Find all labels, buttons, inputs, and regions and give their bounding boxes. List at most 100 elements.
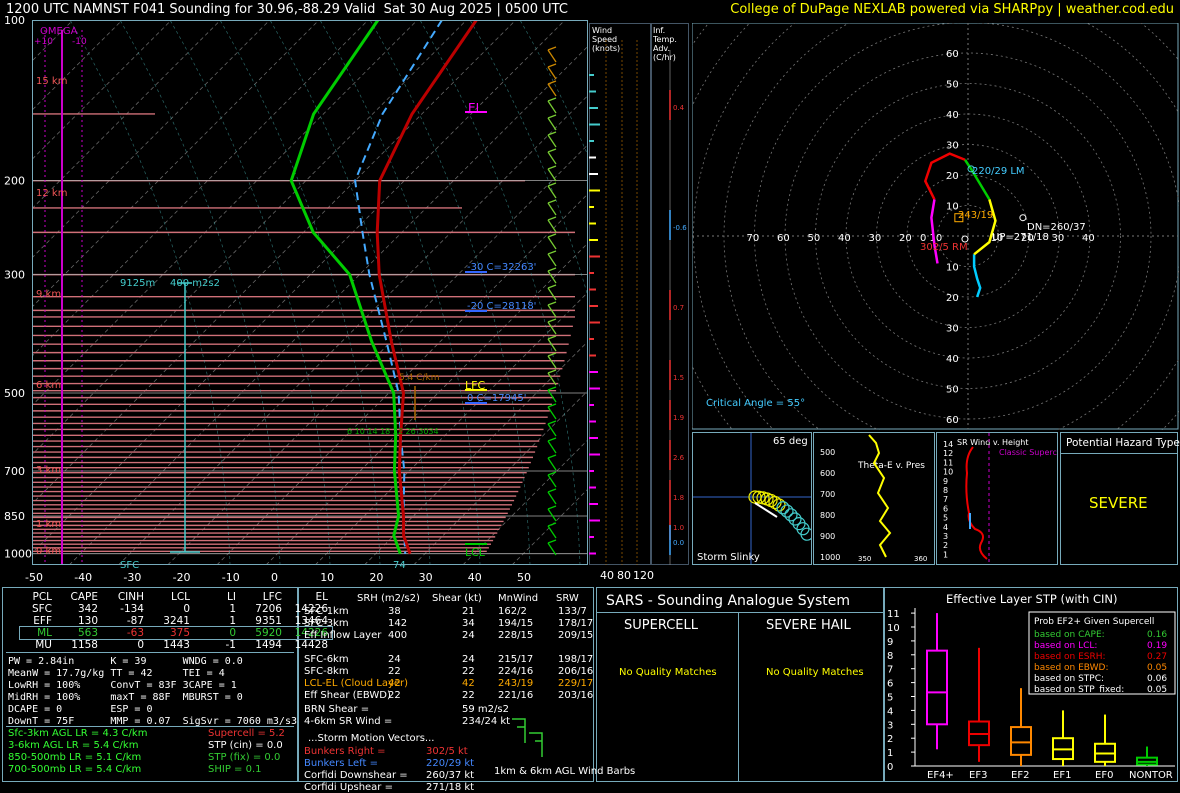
m20-label: -20 C=28118' bbox=[467, 301, 536, 312]
wind-barb bbox=[547, 284, 557, 301]
temp-tick-label: -30 bbox=[123, 571, 141, 584]
parcel-cell: 3241 bbox=[163, 615, 190, 627]
kin-shear: 24 bbox=[462, 654, 475, 665]
parcel-cell: 1 bbox=[229, 615, 236, 627]
isotherm-line bbox=[118, 94, 588, 565]
wind-barb-staff bbox=[547, 406, 557, 420]
height-label: 6 km bbox=[36, 380, 61, 391]
wind-barb-flag bbox=[547, 80, 557, 85]
hodo-x-label: 40 bbox=[838, 233, 851, 244]
kin-row-label: SFC-8km bbox=[304, 666, 349, 677]
wind-barb-staff bbox=[547, 117, 557, 131]
kin-shear: 21 bbox=[462, 606, 475, 617]
parcel-row: ML 563 -63 375 0 5920 14226 bbox=[19, 626, 333, 640]
hodo-x-label: 40 bbox=[1082, 233, 1095, 244]
pressure-tick-label: 300 bbox=[4, 269, 25, 282]
wind-barb-staff bbox=[547, 151, 557, 165]
pressure-tick-label: 1000 bbox=[4, 548, 32, 561]
parcel-row: SFC 342 -134 0 1 7206 14226 bbox=[20, 603, 332, 615]
motion-label: Bunkers Right = bbox=[304, 746, 386, 757]
wind-barb-flag bbox=[547, 437, 557, 442]
stp-y-tick: 0 bbox=[887, 762, 893, 773]
wind-barb-flag bbox=[547, 301, 557, 306]
kin-mnwind: 215/17 bbox=[498, 654, 534, 665]
parcel-header: PCL bbox=[32, 591, 52, 603]
isotherm-line bbox=[32, 20, 517, 505]
hodo-ring-label: 10 bbox=[946, 202, 959, 213]
wind-barb bbox=[547, 505, 557, 522]
adiabat-line bbox=[69, 20, 231, 565]
index-row: DCAPE = 0 ESP = 0 bbox=[8, 704, 183, 715]
wind-barb-staff bbox=[547, 338, 557, 352]
wind-barb-staff bbox=[547, 389, 557, 403]
parcel-cell: 5920 bbox=[255, 627, 282, 639]
motion-value: 271/18 kt bbox=[426, 782, 475, 793]
kin-mnwind: 228/15 bbox=[498, 630, 534, 641]
parcel-cell: 0 bbox=[229, 627, 236, 639]
dewpoint-trace bbox=[289, 20, 402, 555]
temp-tick-label: 0 bbox=[271, 571, 278, 584]
composite-row: Supercell = 5.2 bbox=[208, 728, 285, 739]
brn-label: BRN Shear = bbox=[304, 704, 370, 715]
stp-y-tick: 4 bbox=[887, 706, 893, 717]
sars-supercell-title: SUPERCELL bbox=[624, 618, 698, 633]
srw-tick-label: 2 bbox=[943, 541, 948, 550]
hodo-x-label: 30 bbox=[1052, 233, 1065, 244]
kin-srw: 178/17 bbox=[558, 618, 594, 629]
wind-barb-staff bbox=[547, 270, 557, 284]
wind-barb-flag bbox=[547, 148, 557, 153]
lapse-rates: Sfc-3km AGL LR = 4.3 C/km 3-6km AGL LR = … bbox=[8, 728, 147, 776]
kin-mnwind: 194/15 bbox=[498, 618, 534, 629]
stp-category-label: EF3 bbox=[969, 770, 987, 780]
kin-shear: 34 bbox=[462, 618, 475, 629]
height-label: 1 km bbox=[36, 519, 61, 530]
hodo-x-label: 70 bbox=[747, 233, 760, 244]
kin-row-label: Eff Shear (EBWD) bbox=[304, 690, 391, 701]
kin-srw: 206/16 bbox=[558, 666, 594, 677]
wind-barb bbox=[547, 386, 557, 403]
temp-tick-label: 50 bbox=[517, 571, 531, 584]
srw-trace bbox=[965, 446, 988, 560]
parcel-divider bbox=[6, 652, 294, 653]
hodo-x-label: 60 bbox=[777, 233, 790, 244]
wind-barb-staff bbox=[547, 491, 557, 505]
wind-barb-staff bbox=[547, 202, 557, 216]
stp-legend-label: based on STP_fixed: bbox=[1034, 685, 1124, 695]
barbs-label: 1km & 6km AGL Wind Barbs bbox=[494, 766, 636, 777]
hodo-ring-label: 40 bbox=[946, 354, 959, 365]
hodo-trace bbox=[973, 199, 997, 256]
wind-barb-flag bbox=[547, 505, 557, 510]
stp-legend-value: 0.16 bbox=[1147, 630, 1167, 640]
temp-tick-label: -40 bbox=[74, 571, 92, 584]
theta-x-label: 360 bbox=[914, 555, 927, 563]
side-panels-plot: 0.4 -0.6 0.7 1.5 1.9 2.6 1.8 1.0 0.0 bbox=[589, 40, 687, 565]
height-label: 3 km bbox=[36, 465, 61, 476]
wind-barb-flag bbox=[547, 284, 557, 289]
srw-tick-label: 11 bbox=[943, 458, 953, 467]
stp-y-tick: 9 bbox=[887, 637, 893, 648]
sars-title: SARS - Sounding Analogue System bbox=[606, 593, 850, 609]
wind-barb-staff bbox=[547, 355, 557, 369]
wind-barb-flag bbox=[547, 97, 557, 102]
kin-row-label: SFC-6km bbox=[304, 654, 349, 665]
hodo-frame bbox=[692, 23, 1179, 430]
parcel-table: PCL CAPE CINH LCL LI LFC EL SFC 342 -134 0 1 7206 142… bbox=[19, 591, 333, 651]
stp-legend-value: 0.05 bbox=[1147, 685, 1167, 695]
isotherm-line bbox=[32, 20, 172, 160]
stp-y-tick: 10 bbox=[887, 623, 900, 634]
isotherm-line bbox=[413, 390, 588, 565]
omega-label: OMEGA bbox=[40, 26, 78, 37]
sars-supercell-nomatch: No Quality Matches bbox=[619, 667, 717, 678]
stp-category-label: NONTOR bbox=[1129, 770, 1173, 780]
temp-adv-value: 0.7 bbox=[673, 304, 684, 312]
temp-adv-value: 2.6 bbox=[673, 454, 685, 462]
parcel-cell: 1443 bbox=[163, 639, 190, 651]
temp-tick-label: 20 bbox=[369, 571, 383, 584]
temp-tick-label: 30 bbox=[419, 571, 433, 584]
parcel-cell: 0 bbox=[183, 603, 190, 615]
srw-label: SR Wind v. Height bbox=[957, 438, 1028, 447]
wind-barb-staff bbox=[547, 236, 557, 250]
isotherm-line bbox=[314, 291, 588, 565]
kin-shear: 22 bbox=[462, 666, 475, 677]
wind-barb bbox=[547, 301, 557, 318]
